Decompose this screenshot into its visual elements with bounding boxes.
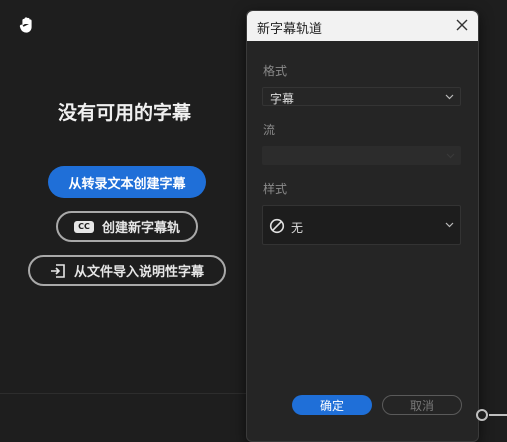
style-label: 样式 (263, 182, 288, 196)
cancel-button[interactable]: 取消 (382, 395, 462, 415)
close-icon[interactable] (454, 17, 470, 33)
format-select[interactable]: 字幕 (262, 87, 461, 106)
create-from-transcript-button[interactable]: 从转录文本创建字幕 (48, 166, 206, 198)
ok-button[interactable]: 确定 (292, 395, 372, 415)
panel-divider (0, 393, 246, 394)
zoom-slider-handle[interactable] (476, 409, 488, 421)
no-style-icon (269, 218, 285, 234)
empty-state-title: 没有可用的字幕 (58, 102, 192, 124)
hand-tool-icon[interactable] (18, 16, 36, 34)
stream-select (262, 146, 461, 165)
zoom-slider-track[interactable] (489, 414, 507, 416)
import-captions-label: 从文件导入说明性字幕 (73, 265, 204, 280)
dialog-title: 新字幕轨道 (257, 22, 323, 37)
chevron-down-icon (445, 94, 454, 100)
create-caption-track-label: 创建新字幕轨 (101, 221, 180, 236)
chevron-down-icon (446, 153, 455, 159)
format-label: 格式 (263, 64, 288, 78)
cc-icon: CC (73, 220, 94, 233)
import-icon (50, 263, 65, 278)
style-value: 无 (291, 221, 304, 235)
new-caption-track-dialog: 新字幕轨道 格式 字幕 流 样式 无 确定 取消 (246, 10, 479, 442)
create-caption-track-button[interactable]: CC 创建新字幕轨 (56, 211, 198, 242)
format-value: 字幕 (270, 92, 295, 106)
style-select[interactable]: 无 (262, 205, 461, 245)
stream-label: 流 (263, 123, 276, 137)
import-captions-button[interactable]: 从文件导入说明性字幕 (28, 255, 226, 286)
chevron-down-icon (445, 222, 454, 228)
dialog-header: 新字幕轨道 (247, 11, 478, 41)
